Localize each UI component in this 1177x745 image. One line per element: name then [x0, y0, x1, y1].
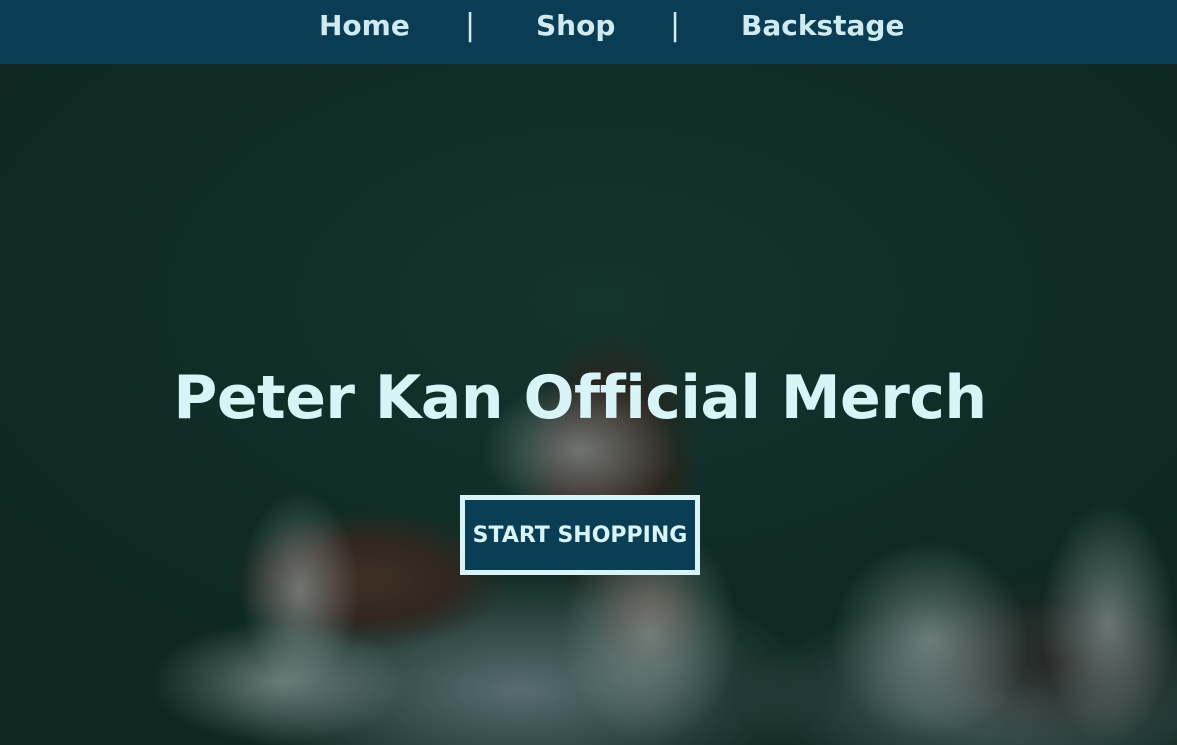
nav-separator: |	[465, 8, 476, 43]
start-shopping-button[interactable]: START SHOPPING	[460, 495, 700, 575]
page: Home | Shop | Backstage Peter Kan Offici…	[0, 0, 1177, 745]
nav-separator: |	[670, 8, 681, 43]
nav-shop-link[interactable]: Shop	[536, 8, 615, 44]
nav-backstage-link[interactable]: Backstage	[741, 8, 904, 44]
nav-home-link[interactable]: Home	[319, 8, 410, 44]
start-shopping-label: START SHOPPING	[472, 522, 688, 548]
top-navigation-bar: Home | Shop | Backstage	[0, 0, 1177, 64]
hero-title: Peter Kan Official Merch	[173, 363, 987, 434]
